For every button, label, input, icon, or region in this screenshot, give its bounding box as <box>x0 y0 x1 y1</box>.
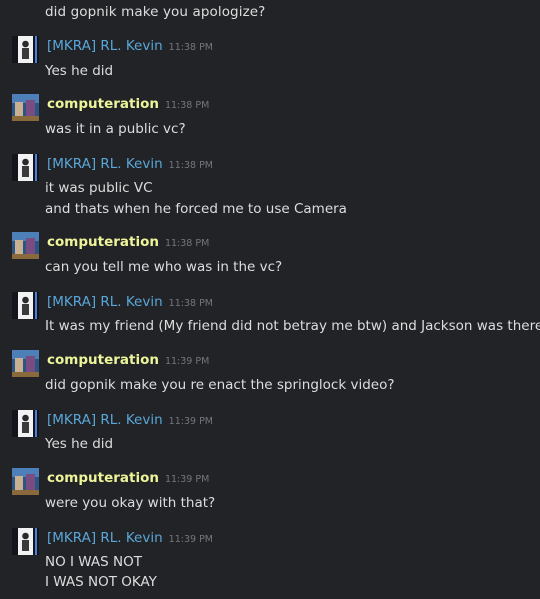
message-text: Yes he did <box>45 436 114 452</box>
avatar[interactable] <box>12 468 39 495</box>
user-avatar-icon <box>12 410 39 437</box>
message-text: were you okay with that? <box>45 495 216 511</box>
author-name[interactable]: [MKRA] RL. Kevin 11:39 PM <box>47 412 213 428</box>
avatar[interactable] <box>12 36 39 63</box>
user-avatar-icon <box>12 350 39 377</box>
timestamp: 11:38 PM <box>164 238 210 249</box>
timestamp: 11:38 PM <box>168 160 213 171</box>
author-name[interactable]: [MKRA] RL. Kevin 11:39 PM <box>47 530 213 546</box>
avatar[interactable] <box>12 350 39 377</box>
message-text: It was my friend (My friend did not betr… <box>45 318 540 334</box>
timestamp: 11:38 PM <box>168 42 213 53</box>
user-avatar-icon <box>12 36 39 63</box>
author-name[interactable]: [MKRA] RL. Kevin 11:38 PM <box>47 294 213 310</box>
user-avatar-icon <box>12 94 39 121</box>
author-name[interactable]: computeration 11:38 PM <box>47 96 209 112</box>
user-avatar-icon <box>12 154 39 181</box>
author-name[interactable]: computeration 11:38 PM <box>47 234 209 250</box>
avatar[interactable] <box>12 232 39 259</box>
chat-log: did gopnik make you apologize? [MKRA] RL… <box>0 0 540 599</box>
avatar[interactable] <box>12 94 39 121</box>
message-text: and thats when he forced me to use Camer… <box>45 201 347 217</box>
author-name[interactable]: [MKRA] RL. Kevin 11:38 PM <box>47 156 213 172</box>
message-text: Yes he did <box>45 63 114 79</box>
avatar[interactable] <box>12 528 39 555</box>
author-name[interactable]: computeration 11:39 PM <box>47 352 209 368</box>
avatar[interactable] <box>12 410 39 437</box>
timestamp: 11:38 PM <box>168 298 213 309</box>
timestamp: 11:39 PM <box>164 474 210 485</box>
timestamp: 11:39 PM <box>168 534 213 545</box>
timestamp: 11:38 PM <box>164 100 210 111</box>
avatar[interactable] <box>12 154 39 181</box>
author-name[interactable]: computeration 11:39 PM <box>47 470 209 486</box>
user-avatar-icon <box>12 292 39 319</box>
user-avatar-icon <box>12 468 39 495</box>
user-avatar-icon <box>12 232 39 259</box>
message-text: was it in a public vc? <box>45 121 186 137</box>
message-text: did gopnik make you apologize? <box>45 4 266 20</box>
message-text: it was public VC <box>45 180 153 196</box>
message-text: I WAS NOT OKAY <box>45 574 157 590</box>
author-name[interactable]: [MKRA] RL. Kevin 11:38 PM <box>47 38 213 54</box>
user-avatar-icon <box>12 528 39 555</box>
message-text: NO I WAS NOT <box>45 554 142 570</box>
message-text: can you tell me who was in the vc? <box>45 259 283 275</box>
timestamp: 11:39 PM <box>168 416 213 427</box>
timestamp: 11:39 PM <box>164 356 210 367</box>
avatar[interactable] <box>12 292 39 319</box>
message-text: did gopnik make you re enact the springl… <box>45 377 395 393</box>
